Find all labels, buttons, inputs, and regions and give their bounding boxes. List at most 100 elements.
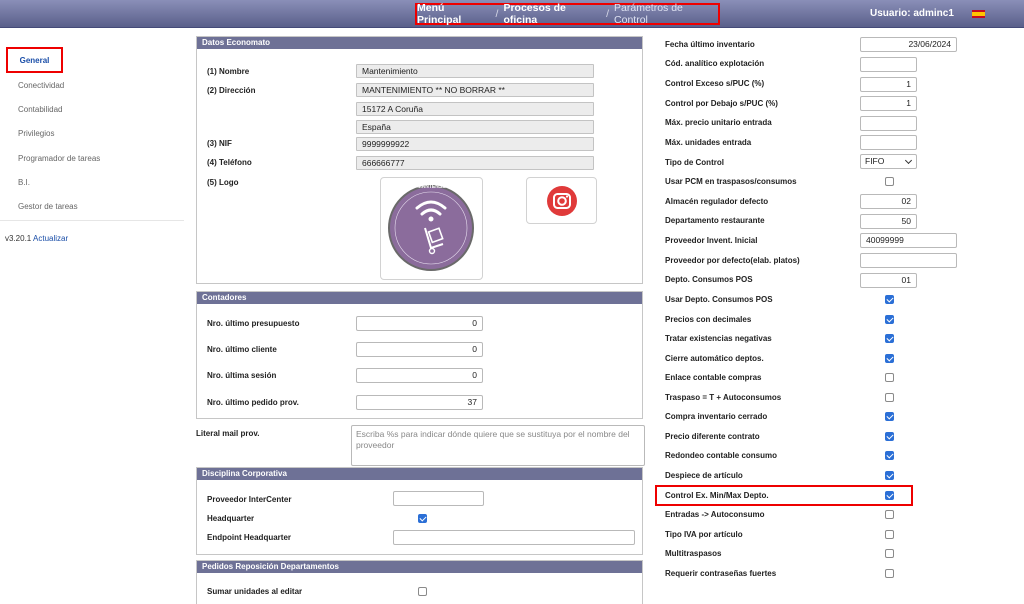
depto-restaurante-label: Departamento restaurante bbox=[665, 216, 765, 225]
version-info: v3.20.1 Actualizar bbox=[5, 234, 68, 243]
logo-label: (5) Logo bbox=[207, 178, 239, 187]
fecha-inventario-label: Fecha último inventario bbox=[665, 40, 755, 49]
control-debajo-input[interactable]: 1 bbox=[860, 96, 917, 111]
top-bar: Menú Principal / Procesos de oficina / P… bbox=[0, 0, 1024, 28]
highlight-control-ex-minmax bbox=[655, 485, 913, 506]
sidebar-item-privilegios[interactable]: Privilegios bbox=[18, 129, 54, 138]
control-exceso-input[interactable]: 1 bbox=[860, 77, 917, 92]
max-unidades-input[interactable] bbox=[860, 135, 917, 150]
disciplina-panel: Disciplina Corporativa Proveedor InterCe… bbox=[196, 467, 643, 555]
sumar-unidades-label: Sumar unidades al editar bbox=[207, 587, 303, 596]
nombre-field: Mantenimiento bbox=[356, 64, 594, 78]
sidebar-item-label: General bbox=[19, 55, 50, 65]
compra-inventario-cerrado-checkbox[interactable] bbox=[885, 412, 894, 421]
literal-mail-textarea[interactable]: Escriba %s para indicar dónde quiere que… bbox=[351, 425, 645, 466]
enlace-contable-compras-label: Enlace contable compras bbox=[665, 373, 762, 382]
contador-cliente-label: Nro. último cliente bbox=[207, 345, 277, 354]
breadcrumb-parametros-control: Parámetros de Control bbox=[614, 2, 683, 26]
direccion-line1: MANTENIMIENTO ** NO BORRAR ** bbox=[356, 83, 594, 97]
control-exceso-label: Control Exceso s/PUC (%) bbox=[665, 79, 765, 88]
tipo-iva-por-articulo-checkbox[interactable] bbox=[885, 530, 894, 539]
cierre-automatico-deptos-checkbox[interactable] bbox=[885, 354, 894, 363]
panel-title: Pedidos Reposición Departamentos bbox=[197, 561, 642, 573]
sidebar-item-gestor[interactable]: Gestor de tareas bbox=[18, 202, 78, 211]
enlace-contable-compras-checkbox[interactable] bbox=[885, 373, 894, 382]
instagram-icon bbox=[547, 186, 577, 216]
tipo-control-label: Tipo de Control bbox=[665, 158, 724, 167]
sidebar-item-general[interactable]: General bbox=[6, 47, 63, 73]
usar-pcm-checkbox[interactable] bbox=[885, 177, 894, 186]
sidebar-item-programador[interactable]: Programador de tareas bbox=[18, 154, 100, 163]
breadcrumb-separator: / bbox=[606, 8, 610, 20]
nif-field: 9999999922 bbox=[356, 137, 594, 151]
contador-presupuesto-input[interactable]: 0 bbox=[356, 316, 483, 331]
redondeo-contable-consumo-checkbox[interactable] bbox=[885, 451, 894, 460]
tipo-control-select[interactable]: FIFO bbox=[860, 154, 917, 169]
proveedor-invent-input[interactable]: 40099999 bbox=[860, 233, 957, 248]
sumar-unidades-checkbox[interactable] bbox=[418, 587, 427, 596]
control-debajo-label: Control por Debajo s/PUC (%) bbox=[665, 99, 778, 108]
max-unidades-label: Máx. unidades entrada bbox=[665, 138, 752, 147]
headquarter-checkbox[interactable] bbox=[418, 514, 427, 523]
cod-analitico-label: Cód. analítico explotación bbox=[665, 59, 765, 68]
contador-sesion-label: Nro. última sesión bbox=[207, 371, 277, 380]
proveedor-invent-label: Proveedor Invent. Inicial bbox=[665, 236, 758, 245]
tratar-existencias-negativas-checkbox[interactable] bbox=[885, 334, 894, 343]
depto-restaurante-input[interactable]: 50 bbox=[860, 214, 917, 229]
entradas-autoconsumo-checkbox[interactable] bbox=[885, 510, 894, 519]
contador-cliente-input[interactable]: 0 bbox=[356, 342, 483, 357]
usar-depto-consumos-pos-label: Usar Depto. Consumos POS bbox=[665, 295, 773, 304]
contadores-panel: Contadores Nro. último presupuesto 0 Nro… bbox=[196, 291, 643, 419]
nombre-label: (1) Nombre bbox=[207, 67, 250, 76]
proveedor-defecto-label: Proveedor por defecto(elab. platos) bbox=[665, 256, 800, 265]
depto-consumos-pos-input[interactable]: 01 bbox=[860, 273, 917, 288]
logo-text: MANTENSE bbox=[417, 184, 446, 190]
nif-label: (3) NIF bbox=[207, 139, 232, 148]
breadcrumb-menu-principal[interactable]: Menú Principal bbox=[417, 2, 491, 26]
almacen-regulador-label: Almacén regulador defecto bbox=[665, 197, 769, 206]
sidebar-item-bi[interactable]: B.I. bbox=[18, 178, 30, 187]
requerir-contrasenas-fuertes-checkbox[interactable] bbox=[885, 569, 894, 578]
precios-con-decimales-label: Precios con decimales bbox=[665, 315, 752, 324]
datos-economato-panel: Datos Economato (1) Nombre Mantenimiento… bbox=[196, 36, 643, 284]
cod-analitico-input[interactable] bbox=[860, 57, 917, 72]
endpoint-headquarter-input[interactable] bbox=[393, 530, 635, 545]
update-link[interactable]: Actualizar bbox=[33, 234, 68, 243]
literal-mail-label: Literal mail prov. bbox=[196, 429, 260, 438]
direccion-line3: España bbox=[356, 120, 594, 134]
entradas-autoconsumo-label: Entradas -> Autoconsumo bbox=[665, 510, 765, 519]
requerir-contrasenas-fuertes-label: Requerir contraseñas fuertes bbox=[665, 569, 777, 578]
spain-flag-icon[interactable] bbox=[972, 10, 985, 18]
pedidos-panel: Pedidos Reposición Departamentos Sumar u… bbox=[196, 560, 643, 604]
direccion-line2: 15172 A Coruña bbox=[356, 102, 594, 116]
proveedor-defecto-input[interactable] bbox=[860, 253, 957, 268]
direccion-label: (2) Dirección bbox=[207, 86, 256, 95]
traspaso-t-autoconsumos-checkbox[interactable] bbox=[885, 393, 894, 402]
sidebar-item-conectividad[interactable]: Conectividad bbox=[18, 81, 64, 90]
version-number: v3.20.1 bbox=[5, 234, 32, 243]
almacen-regulador-input[interactable]: 02 bbox=[860, 194, 917, 209]
telefono-label: (4) Teléfono bbox=[207, 158, 252, 167]
precios-con-decimales-checkbox[interactable] bbox=[885, 315, 894, 324]
fecha-inventario-input[interactable]: 23/06/2024 bbox=[860, 37, 957, 52]
contador-sesion-input[interactable]: 0 bbox=[356, 368, 483, 383]
logo-image-1[interactable]: MANTENSE bbox=[380, 177, 483, 280]
max-precio-input[interactable] bbox=[860, 116, 917, 131]
precio-diferente-contrato-label: Precio diferente contrato bbox=[665, 432, 760, 441]
panel-title: Disciplina Corporativa bbox=[197, 468, 642, 480]
despiece-de-articulo-checkbox[interactable] bbox=[885, 471, 894, 480]
tipo-control-value: FIFO bbox=[865, 156, 885, 166]
proveedor-intercenter-input[interactable] bbox=[393, 491, 484, 506]
endpoint-headquarter-label: Endpoint Headquarter bbox=[207, 533, 292, 542]
breadcrumb-procesos-oficina[interactable]: Procesos de oficina bbox=[503, 2, 601, 26]
logo-image-2[interactable] bbox=[526, 177, 597, 224]
precio-diferente-contrato-checkbox[interactable] bbox=[885, 432, 894, 441]
proveedor-intercenter-label: Proveedor InterCenter bbox=[207, 495, 292, 504]
usar-depto-consumos-pos-checkbox[interactable] bbox=[885, 295, 894, 304]
traspaso-t-autoconsumos-label: Traspaso = T + Autoconsumos bbox=[665, 393, 782, 402]
wifi-hand-truck-icon bbox=[388, 185, 474, 271]
user-label[interactable]: Usuario: adminc1 bbox=[870, 8, 954, 19]
contador-pedido-input[interactable]: 37 bbox=[356, 395, 483, 410]
sidebar-item-contabilidad[interactable]: Contabilidad bbox=[18, 105, 62, 114]
multitraspasos-checkbox[interactable] bbox=[885, 549, 894, 558]
